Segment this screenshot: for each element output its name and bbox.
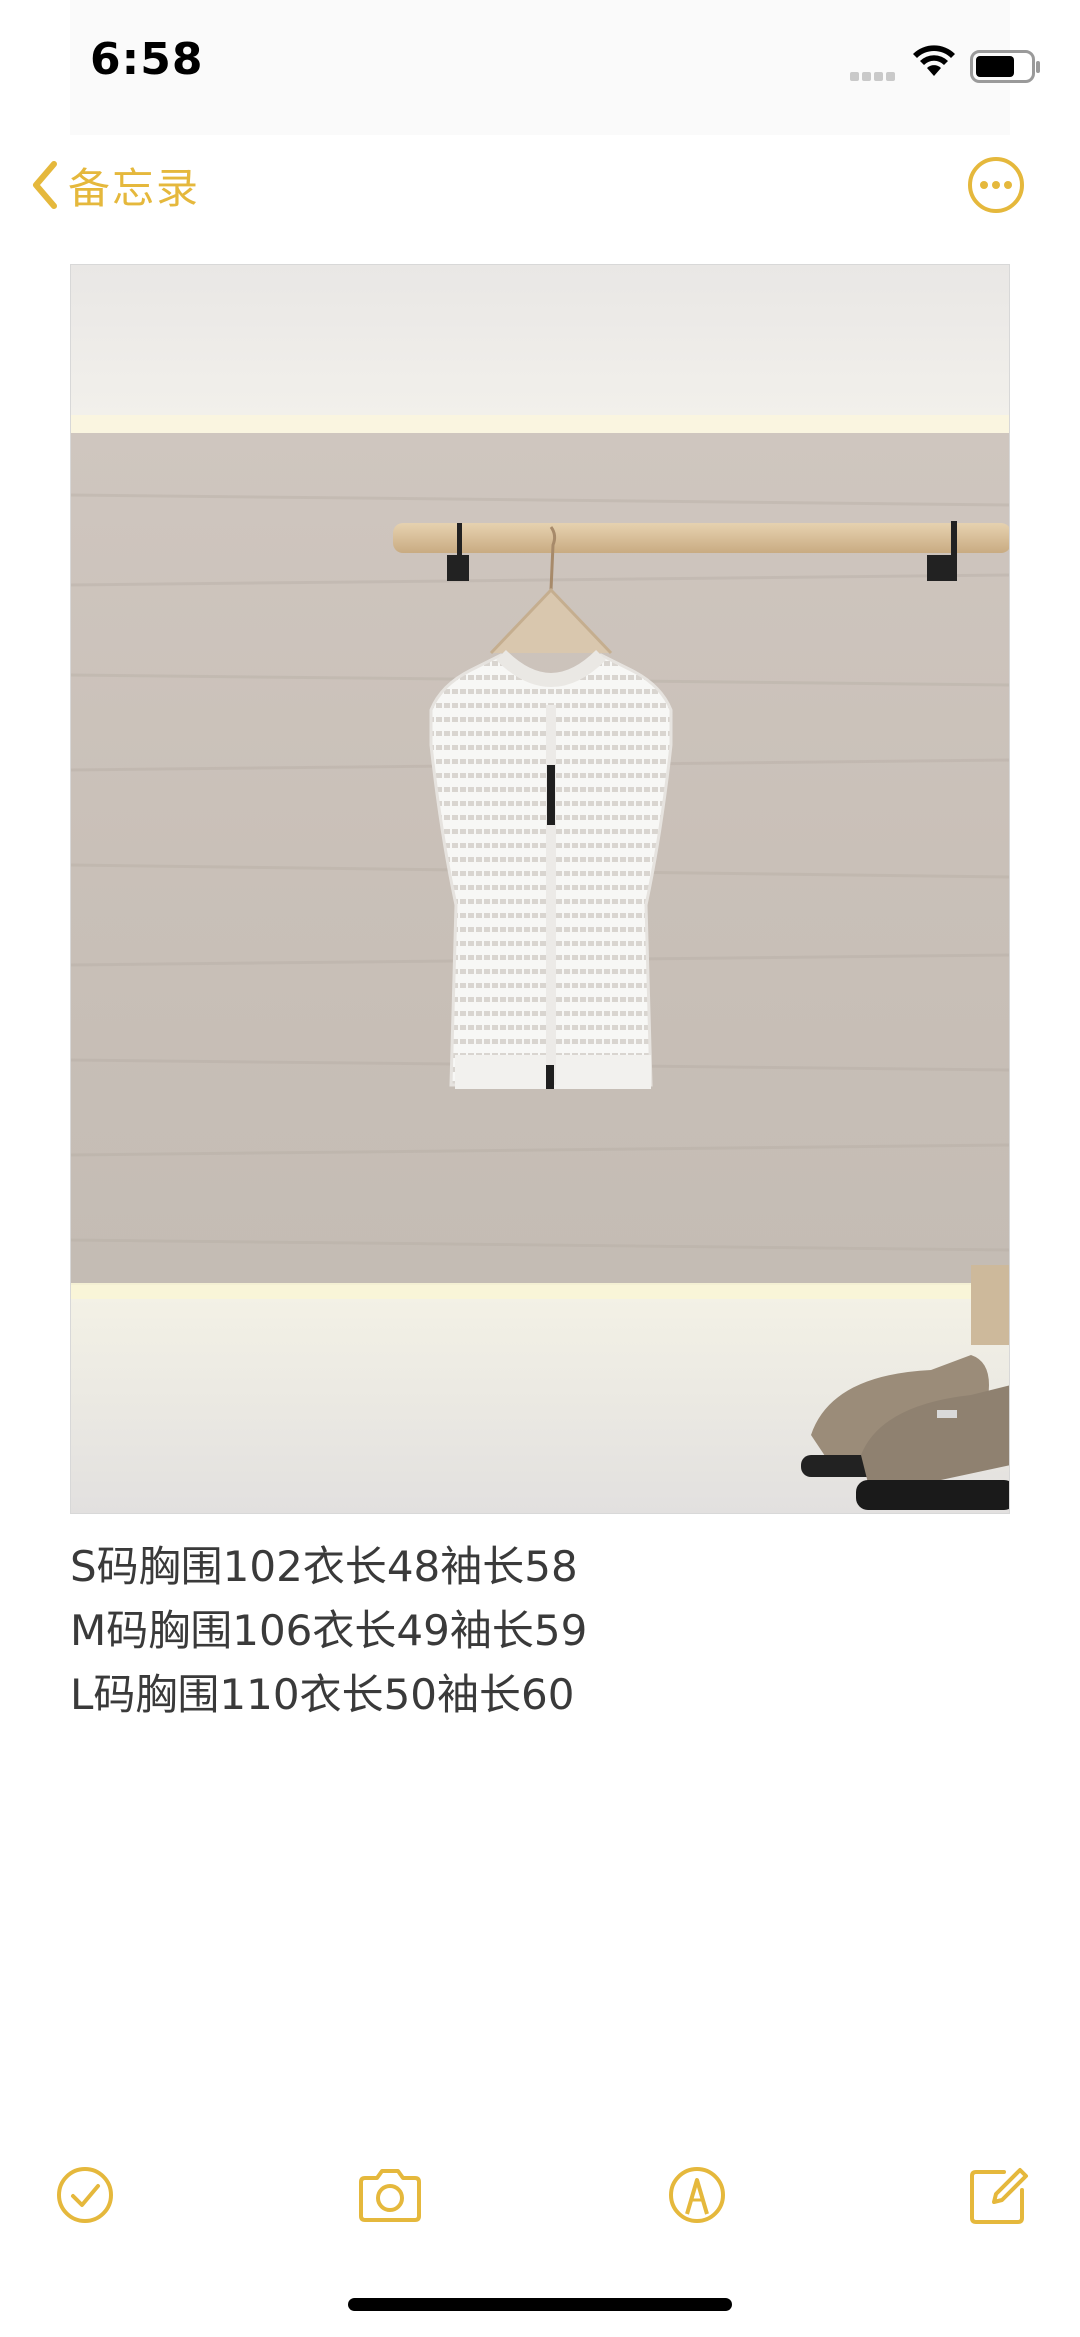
markup-icon[interactable] bbox=[662, 2160, 732, 2230]
compose-icon[interactable] bbox=[964, 2160, 1034, 2230]
note-line-size-m: M码胸围106衣长49袖长59 bbox=[70, 1606, 588, 1655]
note-line-size-l: L码胸围110衣长50袖长60 bbox=[70, 1670, 575, 1719]
back-label: 备忘录 bbox=[68, 163, 201, 213]
note-line-size-s: S码胸围102衣长48袖长58 bbox=[70, 1542, 578, 1591]
home-indicator[interactable] bbox=[348, 2298, 732, 2311]
notes-screen: 6:58 备忘录 S码胸围102衣长48袖长58 M码胸围106衣长49袖长59… bbox=[0, 0, 1080, 2337]
camera-icon[interactable] bbox=[355, 2160, 425, 2230]
note-photo-attachment[interactable] bbox=[70, 264, 1010, 1514]
knit-vest bbox=[429, 649, 673, 1089]
checklist-icon[interactable] bbox=[50, 2160, 120, 2230]
status-time: 6:58 bbox=[90, 34, 204, 85]
battery-icon bbox=[970, 50, 1040, 83]
bottom-toolbar bbox=[0, 2150, 1080, 2230]
more-options-button[interactable] bbox=[966, 155, 1026, 215]
navigation-bar: 备忘录 bbox=[0, 135, 1080, 235]
photo-image bbox=[71, 265, 1009, 1513]
cellular-signal-icon bbox=[850, 66, 900, 81]
status-bar: 6:58 bbox=[70, 0, 1040, 135]
chevron-left-icon bbox=[33, 161, 57, 209]
wifi-icon bbox=[913, 45, 955, 76]
back-button[interactable]: 备忘录 bbox=[30, 155, 200, 215]
note-body[interactable]: S码胸围102衣长48袖长58 M码胸围106衣长49袖长59 L码胸围110衣… bbox=[70, 1535, 1010, 1727]
